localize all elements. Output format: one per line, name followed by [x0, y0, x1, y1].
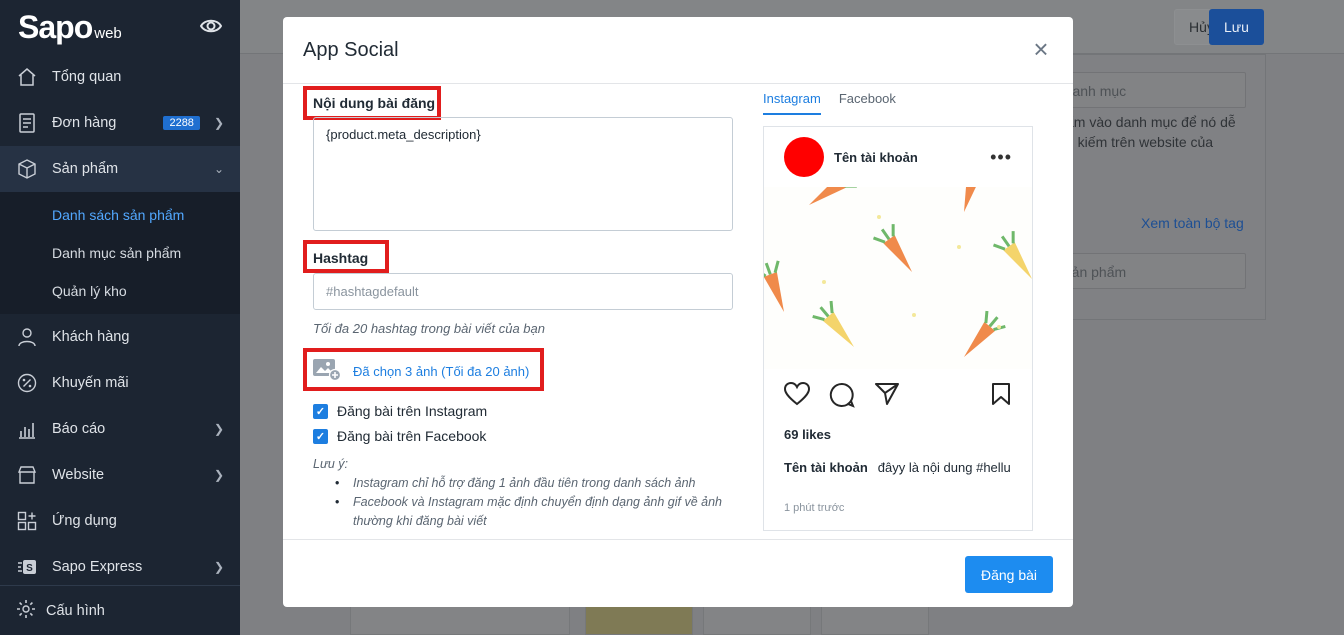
subnav-item-product-categories[interactable]: Danh mục sản phẩm — [0, 234, 240, 272]
products-subnav: Danh sách sản phẩm Danh mục sản phẩm Quả… — [0, 192, 240, 314]
chevron-right-icon: ❯ — [213, 560, 224, 574]
sidebar-item-label: Báo cáo — [52, 421, 106, 437]
post-facebook-checkbox[interactable]: ✓ Đăng bài trên Facebook — [313, 428, 486, 444]
bar-chart-icon — [16, 418, 38, 440]
comment-icon[interactable] — [829, 382, 855, 411]
ig-account-name: Tên tài khoản — [834, 149, 918, 165]
sidebar-item-label: Sản phẩm — [52, 161, 119, 177]
chevron-down-icon: ⌄ — [213, 162, 224, 176]
bookmark-icon[interactable] — [990, 382, 1012, 409]
preview-tabs: Instagram Facebook — [763, 91, 1033, 115]
category-hint-line-1: ẩm vào danh mục để nó dễ — [1066, 114, 1236, 130]
content-label: Nội dung bài đăng — [313, 95, 436, 111]
chevron-right-icon: ❯ — [213, 422, 224, 436]
sidebar-item-promotions[interactable]: Khuyến mãi — [0, 360, 240, 406]
orders-count-badge: 2288 — [163, 116, 200, 130]
sidebar-item-label: Ứng dụng — [52, 513, 117, 529]
content-textarea[interactable]: {product.meta_description} — [313, 117, 733, 231]
ig-caption-user: Tên tài khoản — [784, 460, 868, 475]
note-item: • Facebook và Instagram mặc định chuyển đ… — [335, 493, 725, 531]
modal-title: App Social — [303, 38, 399, 61]
view-all-tags-link[interactable]: Xem toàn bộ tag — [1141, 215, 1244, 231]
sidebar-item-settings[interactable]: Cấu hình — [0, 585, 240, 635]
hashtag-hint: Tối đa 20 hashtag trong bài viết của bạn — [313, 321, 545, 336]
store-icon — [16, 464, 38, 486]
sidebar-item-products[interactable]: Sản phẩm ⌄ — [0, 146, 240, 192]
subnav-item-inventory[interactable]: Quản lý kho — [0, 272, 240, 310]
sapo-express-icon: S — [16, 556, 38, 578]
check-icon: ✓ — [313, 403, 328, 419]
category-hint-line-2: n kiếm trên website của — [1066, 134, 1214, 150]
sidebar-item-label: Sapo Express — [52, 559, 143, 575]
post-facebook-label: Đăng bài trên Facebook — [337, 428, 487, 444]
sidebar-item-reports[interactable]: Báo cáo ❯ — [0, 406, 240, 452]
sidebar-item-label: Khuyến mãi — [52, 375, 129, 391]
sidebar-item-website[interactable]: Website ❯ — [0, 452, 240, 498]
sapo-logo[interactable]: Sapo web — [18, 9, 122, 46]
save-button[interactable]: Lưu — [1209, 9, 1264, 45]
post-button[interactable]: Đăng bài — [965, 556, 1053, 593]
sidebar-item-orders[interactable]: Tổng quan Đơn hàng 2288 ❯ — [0, 100, 240, 146]
sidebar-item-label: Khách hàng — [52, 329, 130, 345]
tab-instagram[interactable]: Instagram — [763, 91, 821, 115]
sidebar-item-sapo-express[interactable]: S Sapo Express ❯ — [0, 544, 240, 590]
sidebar-item-label: Đơn hàng — [52, 115, 117, 131]
sidebar-item-label: Cấu hình — [46, 602, 105, 619]
logo-main: Sapo — [18, 8, 93, 45]
sidebar-item-overview[interactable]: Tổng quan — [0, 54, 240, 100]
sidebar-item-label: Website — [52, 467, 105, 483]
post-instagram-label: Đăng bài trên Instagram — [337, 403, 488, 419]
ig-caption: Tên tài khoản đâyy là nội dung #hellu — [784, 458, 1014, 478]
subnav-item-product-list[interactable]: Danh sách sản phẩm — [0, 196, 240, 234]
user-icon — [16, 326, 38, 348]
sidebar-header: Sapo web — [0, 0, 240, 54]
apps-grid-icon — [16, 510, 38, 532]
ig-caption-text: đâyy là nội dung #hellu — [877, 460, 1011, 475]
post-instagram-checkbox[interactable]: ✓ Đăng bài trên Instagram — [313, 403, 487, 419]
chevron-right-icon: ❯ — [213, 468, 224, 482]
avatar — [784, 137, 824, 177]
ig-post-header: Tên tài khoản ••• — [764, 127, 1032, 187]
check-icon: ✓ — [313, 428, 328, 444]
add-image-icon — [313, 359, 342, 384]
sidebar-item-apps[interactable]: Ứng dụng — [0, 498, 240, 544]
hashtag-input[interactable]: #hashtagdefault — [313, 273, 733, 310]
tab-facebook[interactable]: Facebook — [839, 91, 896, 115]
select-images-button[interactable]: Đã chọn 3 ảnh (Tối đa 20 ảnh) — [313, 359, 529, 384]
hashtag-label: Hashtag — [313, 250, 369, 266]
note-title: Lưu ý: — [313, 457, 349, 471]
ig-post-image — [764, 187, 1032, 369]
sidebar-item-label: Tổng quan — [52, 69, 122, 85]
note-text: Facebook và Instagram mặc định chuyển đị… — [353, 495, 722, 528]
post-preview: Instagram Facebook Tên tài khoản ••• 69 … — [763, 91, 1033, 531]
carrot-pattern — [764, 187, 1032, 357]
sidebar: Sapo web Tổng quan Tổng quan Đơn hàng 22… — [0, 0, 240, 635]
note-item: • Instagram chỉ hỗ trợ đăng 1 ảnh đầu tiê… — [335, 474, 725, 493]
eye-icon[interactable] — [199, 18, 223, 37]
logo-sub: web — [94, 24, 122, 42]
images-selected-text: Đã chọn 3 ảnh (Tối đa 20 ảnh) — [353, 364, 530, 379]
percent-icon — [16, 372, 38, 394]
more-options-icon[interactable]: ••• — [990, 147, 1012, 168]
close-icon[interactable]: × — [1029, 36, 1053, 62]
box-icon — [16, 158, 38, 180]
sidebar-item-customers[interactable]: Khách hàng — [0, 314, 240, 360]
home-icon — [16, 66, 38, 88]
heart-icon[interactable] — [783, 381, 811, 409]
ig-post-time: 1 phút trước — [784, 502, 845, 514]
gear-icon — [16, 599, 36, 622]
svg-text:S: S — [26, 563, 33, 574]
ig-action-bar — [783, 381, 1012, 411]
note-text: Instagram chỉ hỗ trợ đăng 1 ảnh đầu tiên… — [353, 476, 696, 490]
modal-header: App Social × — [283, 17, 1073, 84]
receipt-icon — [16, 112, 38, 134]
app-social-modal: App Social × Nội dung bài đăng {product.… — [283, 17, 1073, 607]
instagram-preview-card: Tên tài khoản ••• 69 likes Tên tài khoản… — [763, 126, 1033, 531]
chevron-right-icon: ❯ — [213, 116, 224, 130]
modal-footer: Đăng bài — [283, 539, 1073, 607]
note-list: • Instagram chỉ hỗ trợ đăng 1 ảnh đầu tiê… — [335, 474, 725, 531]
share-icon[interactable] — [874, 382, 900, 409]
ig-likes-count: 69 likes — [784, 427, 831, 442]
